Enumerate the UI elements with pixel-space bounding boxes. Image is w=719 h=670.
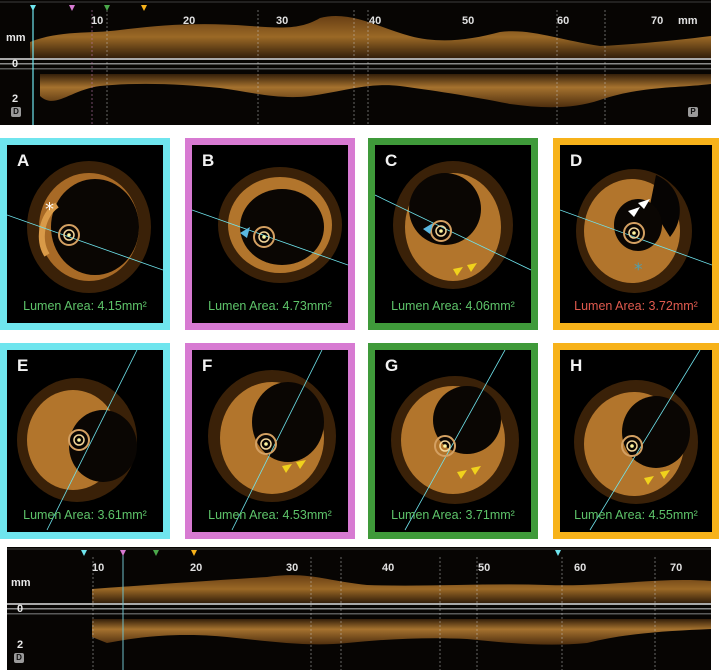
svg-text:*: * <box>45 199 54 220</box>
lumen-area-h: Lumen Area: 4.55mm² <box>574 508 698 522</box>
panel-b: B Lumen Area: 4.73mm² <box>185 138 355 330</box>
panel-c: C Lumen Area: 4.06mm² <box>368 138 538 330</box>
lumen-area-e: Lumen Area: 3.61mm² <box>23 508 147 522</box>
oct-cross-section-f <box>208 350 336 531</box>
panel-d: * D Lumen Area: 3.72mm² <box>553 138 719 330</box>
distal-badge-bottom: D <box>14 653 24 663</box>
panel-letter-d: D <box>570 151 583 170</box>
top-tick-70: 70 <box>651 15 664 27</box>
oct-cross-section-d: * <box>560 169 712 293</box>
svg-text:*: * <box>634 260 643 280</box>
lumen-area-f: Lumen Area: 4.53mm² <box>208 508 332 522</box>
top-tick-40: 40 <box>369 15 382 27</box>
top-tick-50: 50 <box>462 15 475 27</box>
panel-letter-c: C <box>385 151 398 170</box>
top-tick-20: 20 <box>183 15 196 27</box>
top-longitudinal-image <box>0 0 711 125</box>
panel-letter-h: H <box>570 356 583 375</box>
panel-e: E Lumen Area: 3.61mm² <box>0 343 170 539</box>
bottom-longitudinal-view: 10 20 30 40 50 60 70 mm 0 2 D <box>7 547 711 670</box>
oct-cross-section-c <box>375 161 531 289</box>
top-tick-30: 30 <box>276 15 289 27</box>
top-longitudinal-view: 10 20 30 40 50 60 70 mm mm 0 2 D P <box>0 0 711 125</box>
top-tick-60: 60 <box>557 15 570 27</box>
oct-cross-section-a: * <box>7 161 163 293</box>
lumen-area-c: Lumen Area: 4.06mm² <box>391 299 515 313</box>
panel-letter-b: B <box>202 151 215 170</box>
oct-cross-section-g <box>391 350 519 531</box>
lumen-area-g: Lumen Area: 3.71mm² <box>391 508 515 522</box>
panel-letter-f: F <box>202 356 213 375</box>
oct-cross-section-b <box>192 167 348 283</box>
bottom-tick-40: 40 <box>382 562 395 574</box>
panel-a: * A Lumen Area: 4.15mm² <box>0 138 170 330</box>
bottom-tick-20: 20 <box>190 562 203 574</box>
oct-cross-section-h <box>574 350 701 531</box>
panel-f: F Lumen Area: 4.53mm² <box>185 343 355 539</box>
bottom-tick-70: 70 <box>670 562 683 574</box>
bottom-tick-60: 60 <box>574 562 587 574</box>
bottom-tick-50: 50 <box>478 562 491 574</box>
proximal-badge: P <box>688 107 698 117</box>
top-axis-mm: mm <box>6 32 26 44</box>
panel-letter-a: A <box>17 151 30 170</box>
bottom-tick-30: 30 <box>286 562 299 574</box>
top-axis-zero: 0 <box>12 58 19 70</box>
bottom-tick-10: 10 <box>92 562 105 574</box>
bottom-axis-zero: 0 <box>17 603 24 615</box>
panel-letter-e: E <box>17 356 29 375</box>
panel-g: G Lumen Area: 3.71mm² <box>368 343 538 539</box>
top-axis-two: 2 <box>12 93 19 105</box>
top-unit-label: mm <box>678 15 698 27</box>
bottom-axis-two: 2 <box>17 639 24 651</box>
panel-letter-g: G <box>385 356 399 375</box>
oct-cross-section-e <box>17 350 138 531</box>
top-tick-10: 10 <box>91 15 104 27</box>
bottom-axis-mm: mm <box>11 577 31 589</box>
distal-badge: D <box>11 107 21 117</box>
panel-h: H Lumen Area: 4.55mm² <box>553 343 719 539</box>
lumen-area-b: Lumen Area: 4.73mm² <box>208 299 332 313</box>
bottom-longitudinal-image <box>7 547 711 670</box>
lumen-area-a: Lumen Area: 4.15mm² <box>23 299 147 313</box>
lumen-area-d: Lumen Area: 3.72mm² <box>574 299 698 313</box>
